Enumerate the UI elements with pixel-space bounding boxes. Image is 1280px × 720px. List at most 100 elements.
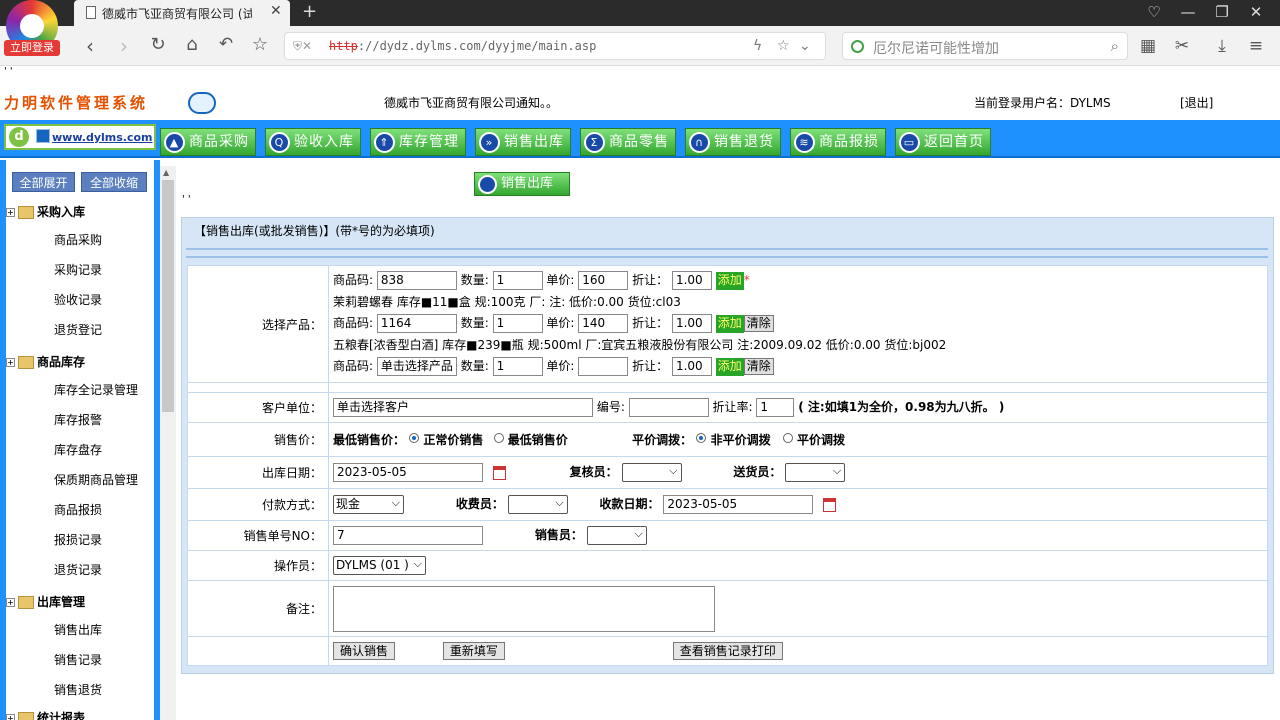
plus-icon[interactable]: + (6, 714, 15, 720)
sidebar-item[interactable]: 库存全记录管理 (54, 381, 138, 398)
sidebar-group-outbound[interactable]: + 出库管理 (6, 593, 85, 610)
normal-price-radio[interactable] (409, 432, 420, 443)
checker-select[interactable] (621, 463, 682, 482)
non-transfer-radio[interactable] (696, 432, 707, 443)
scroll-up-icon[interactable]: ▲ (163, 168, 169, 177)
menu-receive[interactable]: Q 验收入库 (265, 128, 361, 156)
menu-purchase[interactable]: ▲ 商品采购 (160, 128, 256, 156)
price-input[interactable]: 160 (578, 271, 629, 290)
restore-icon[interactable]: ❐ (1208, 3, 1236, 21)
undo-icon[interactable]: ↶ (214, 34, 238, 54)
add-product-button[interactable]: 添加 (715, 314, 744, 333)
sidebar-item[interactable]: 采购记录 (54, 261, 102, 278)
minimize-icon[interactable]: — (1174, 3, 1202, 21)
logout-link[interactable]: [退出] (1180, 94, 1213, 111)
pay-date-input[interactable]: 2023-05-05 (663, 495, 814, 514)
operator-select[interactable]: DYLMS (01 ) (333, 556, 426, 575)
sidebar-item[interactable]: 保质期商品管理 (54, 471, 138, 488)
order-no-input[interactable]: 7 (333, 526, 483, 545)
cashier-select[interactable] (507, 495, 568, 514)
price-input[interactable]: 140 (578, 314, 629, 333)
menu-sales-return[interactable]: ∩ 销售退货 (685, 128, 781, 156)
collapse-all-button[interactable]: 全部收缩 (81, 172, 147, 192)
discount-rate-input[interactable]: 1 (756, 398, 795, 417)
browser-tab[interactable]: 德威市飞亚商贸有限公司 (试用 ✕ (74, 0, 290, 26)
refresh-icon[interactable]: ↻ (146, 34, 170, 55)
download-icon[interactable]: ⤓ (1210, 36, 1234, 56)
shirt-icon[interactable]: ♡ (1140, 3, 1168, 21)
qty-input[interactable]: 1 (492, 314, 543, 333)
qty-input[interactable]: 1 (492, 271, 543, 290)
menu-damage[interactable]: ≋ 商品报损 (790, 128, 886, 156)
price-input[interactable] (578, 357, 629, 376)
sidebar-item[interactable]: 销售记录 (54, 651, 102, 668)
forward-icon[interactable]: › (112, 34, 136, 58)
plus-icon[interactable]: + (6, 598, 15, 607)
new-tab-icon[interactable]: + (302, 1, 317, 22)
back-icon[interactable]: ‹ (78, 34, 102, 58)
star-icon[interactable]: ☆ (248, 34, 272, 55)
sidebar-item[interactable]: 库存盘存 (54, 441, 102, 458)
menu-sales-out[interactable]: » 销售出库 (475, 128, 571, 156)
calendar-icon[interactable] (823, 497, 837, 512)
deliverer-select[interactable] (785, 463, 846, 482)
customer-input[interactable]: 单击选择客户 (333, 398, 593, 417)
view-print-button[interactable]: 查看销售记录打印 (672, 642, 783, 660)
menu-retail[interactable]: Σ 商品零售 (580, 128, 676, 156)
confirm-sale-button[interactable]: 确认销售 (333, 642, 396, 660)
close-tab-icon[interactable]: ✕ (270, 3, 282, 19)
clear-button[interactable]: 清除 (743, 315, 774, 332)
qty-input[interactable]: 1 (492, 357, 543, 376)
site-link[interactable]: d www.dylms.com (4, 124, 156, 150)
close-window-icon[interactable]: ✕ (1242, 3, 1270, 21)
lightning-icon[interactable]: ϟ (753, 38, 762, 54)
browser-search[interactable]: 厄尔尼诺可能性增加 ⌕ (842, 32, 1128, 60)
sidebar-item[interactable]: 报损记录 (54, 531, 102, 548)
sidebar-group-stock[interactable]: + 商品库存 (6, 353, 85, 370)
discount-input[interactable]: 1.00 (671, 314, 712, 333)
sidebar-item[interactable]: 商品采购 (54, 231, 102, 248)
add-product-button[interactable]: 添加 (715, 357, 744, 376)
sidebar-item[interactable]: 验收记录 (54, 291, 102, 308)
login-badge[interactable]: 立即登录 (4, 40, 60, 56)
sidebar-item[interactable]: 库存报警 (54, 411, 102, 428)
page-sales-out-button[interactable]: 销售出库 (474, 172, 570, 196)
sidebar-scrollbar[interactable]: ▲ (160, 166, 176, 720)
chevron-down-icon[interactable]: ⌄ (799, 38, 811, 54)
remark-textarea[interactable] (333, 585, 715, 632)
sidebar-item[interactable]: 退货登记 (54, 321, 102, 338)
sidebar-item[interactable]: 销售退货 (54, 681, 102, 698)
scissors-icon[interactable]: ✂ (1170, 36, 1194, 56)
sidebar-group-report[interactable]: + 统计报表 (6, 709, 85, 720)
clear-button[interactable]: 清除 (743, 358, 774, 375)
product-code-input[interactable]: 838 (376, 271, 457, 290)
plus-icon[interactable]: + (6, 358, 15, 367)
flat-transfer-radio[interactable] (782, 432, 793, 443)
payment-select[interactable]: 现金 (333, 495, 404, 514)
sidebar-group-purchase[interactable]: + 采购入库 (6, 203, 85, 220)
product-select-input[interactable]: 单击选择产品 (376, 357, 457, 376)
product-code-input[interactable]: 1164 (376, 314, 457, 333)
reset-button[interactable]: 重新填写 (442, 642, 505, 660)
scrollbar-thumb[interactable] (162, 180, 174, 412)
sidebar-item[interactable]: 退货记录 (54, 561, 102, 578)
plus-icon[interactable]: + (6, 208, 15, 217)
expand-all-button[interactable]: 全部展开 (12, 172, 75, 192)
calendar-icon[interactable] (492, 465, 506, 480)
bookmark-star-icon[interactable]: ☆ (777, 38, 790, 54)
sidebar-item[interactable]: 销售出库 (54, 621, 102, 638)
sidebar-item[interactable]: 商品报损 (54, 501, 102, 518)
discount-input[interactable]: 1.00 (671, 357, 712, 376)
address-bar[interactable]: ⛨✕ http://dydz.dylms.com/dyyjme/main.asp… (284, 32, 826, 60)
home-icon[interactable]: ⌂ (180, 34, 204, 55)
salesman-select[interactable] (586, 526, 647, 545)
out-date-input[interactable]: 2023-05-05 (333, 463, 483, 482)
lowest-price-radio[interactable] (493, 432, 504, 443)
chat-icon[interactable] (188, 92, 216, 114)
discount-input[interactable]: 1.00 (671, 271, 712, 290)
search-icon[interactable]: ⌕ (1111, 37, 1119, 55)
add-product-button[interactable]: 添加 (715, 271, 744, 290)
number-input[interactable] (628, 398, 709, 417)
menu-home[interactable]: ▭ 返回首页 (895, 128, 991, 156)
menu-icon[interactable]: ≡ (1244, 36, 1268, 56)
